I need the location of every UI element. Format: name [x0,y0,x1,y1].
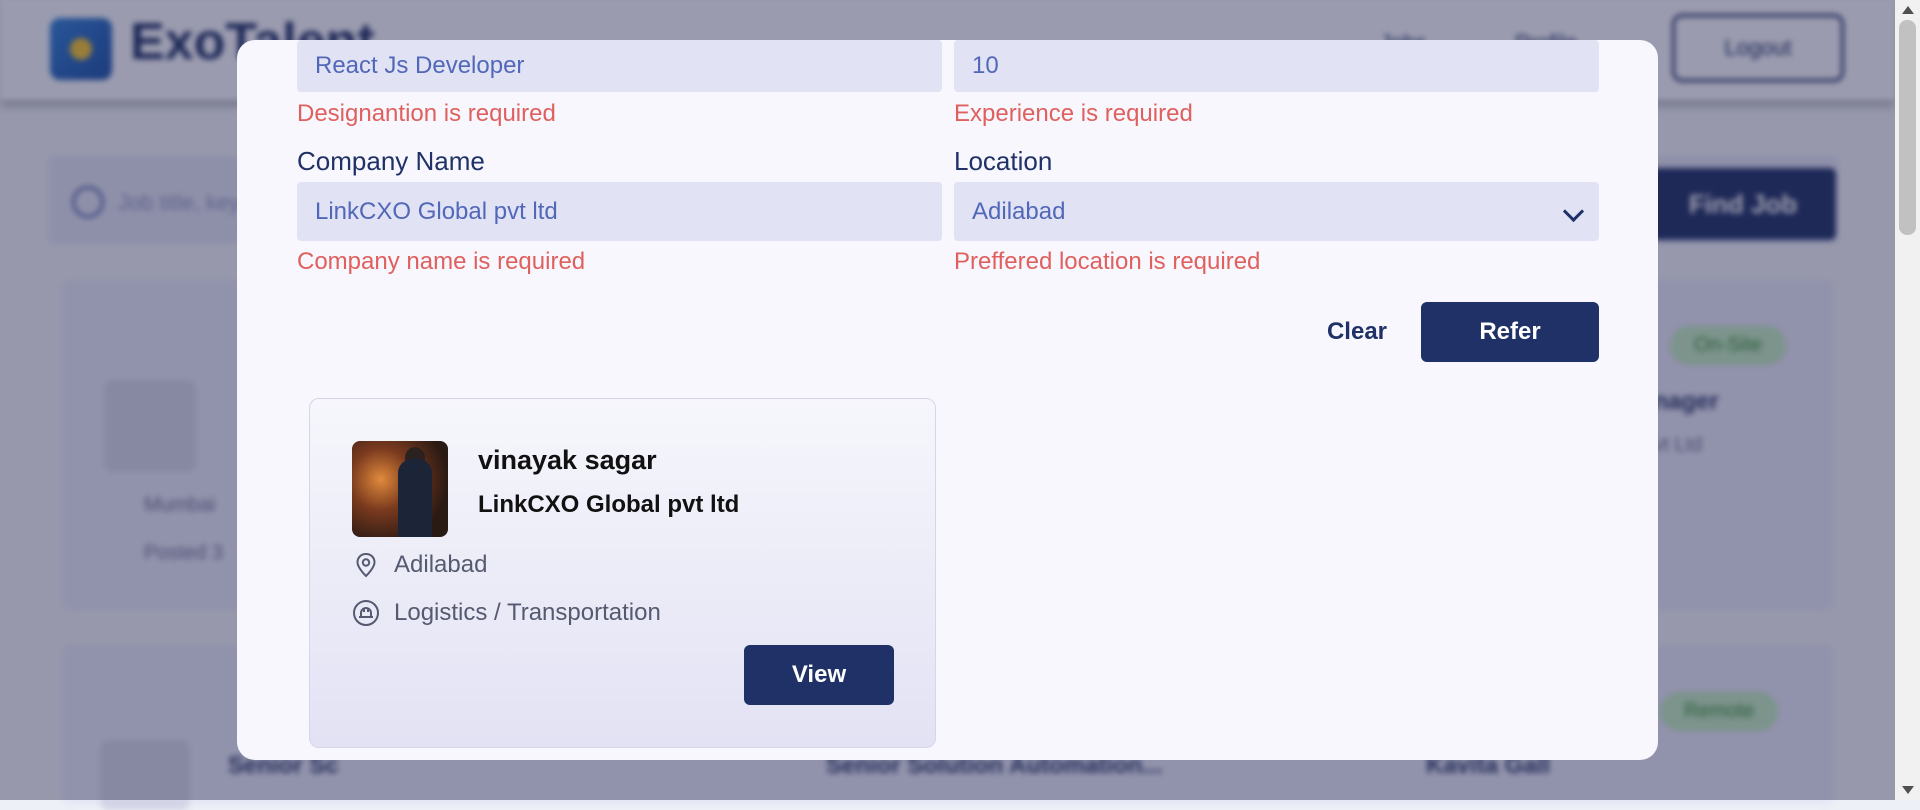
location-select[interactable]: Adilabad [954,182,1599,241]
refer-button[interactable]: Refer [1421,302,1599,362]
industry-icon [352,599,380,627]
candidate-industry: Logistics / Transportation [352,599,661,627]
scroll-down-icon[interactable] [1902,786,1914,794]
scroll-up-icon[interactable] [1902,6,1914,14]
view-candidate-button[interactable]: View [744,645,894,705]
company-name-field[interactable]: LinkCXO Global pvt ltd [297,182,942,241]
chevron-down-icon [1562,200,1585,223]
candidate-location-text: Adilabad [394,551,488,578]
page-scrollbar[interactable] [1895,0,1920,800]
designation-error: Designantion is required [297,100,556,127]
map-pin-icon [352,551,380,579]
candidate-card: vinayak sagar LinkCXO Global pvt ltd Adi… [309,398,936,748]
refer-modal: React Js Developer 10 Designantion is re… [237,40,1658,760]
designation-field[interactable]: React Js Developer [297,40,942,92]
experience-error: Experience is required [954,100,1193,127]
scroll-thumb[interactable] [1899,20,1916,235]
clear-button[interactable]: Clear [1282,302,1432,362]
location-label: Location [954,146,1053,176]
company-error: Company name is required [297,248,586,275]
location-select-value: Adilabad [972,197,1066,225]
experience-field[interactable]: 10 [954,40,1599,92]
candidate-avatar [352,441,448,537]
location-error: Preffered location is required [954,248,1261,275]
candidate-name: vinayak sagar [478,445,657,475]
candidate-location: Adilabad [352,551,487,579]
candidate-industry-text: Logistics / Transportation [394,599,661,626]
candidate-company: LinkCXO Global pvt ltd [478,491,740,518]
company-label: Company Name [297,146,485,176]
